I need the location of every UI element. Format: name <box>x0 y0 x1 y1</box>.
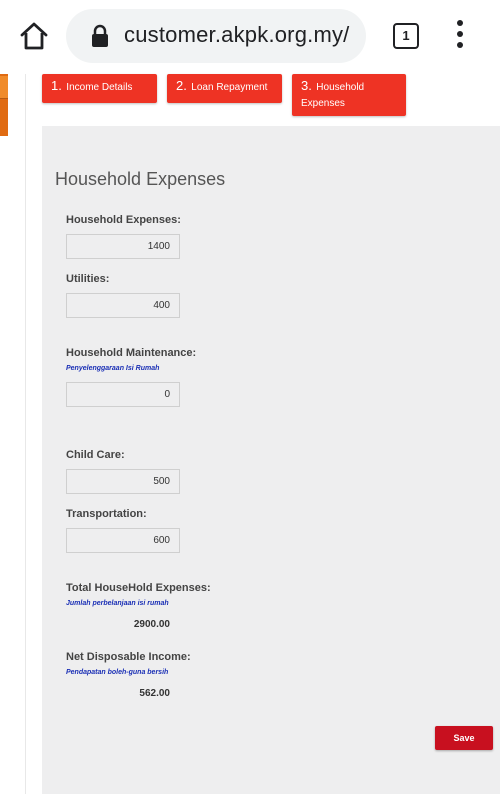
total-expenses-sublabel: Jumlah perbelanjaan isi rumah <box>66 600 169 607</box>
household-maintenance-label: Household Maintenance: <box>66 347 197 359</box>
home-icon[interactable] <box>18 20 50 52</box>
step-number: 3. <box>301 78 312 93</box>
page-content: 1. Income Details 2. Loan Repayment 3. H… <box>0 74 500 794</box>
child-care-input[interactable]: 500 <box>66 469 180 494</box>
transportation-input[interactable]: 600 <box>66 528 180 553</box>
step-number: 1. <box>51 78 62 93</box>
side-menu-handle-top <box>0 76 8 99</box>
net-income-sublabel: Pendapatan boleh-guna bersih <box>66 669 169 676</box>
utilities-label: Utilities: <box>66 273 110 285</box>
step-label: Household <box>316 82 365 93</box>
household-expenses-label: Household Expenses: <box>66 214 181 226</box>
total-expenses-value: 2900.00 <box>133 619 170 630</box>
divider <box>25 74 26 794</box>
step-income-details[interactable]: 1. Income Details <box>42 74 157 103</box>
household-maintenance-input[interactable]: 0 <box>66 382 180 407</box>
household-maintenance-sublabel: Penyelenggaraan Isi Rumah <box>66 365 160 372</box>
household-expenses-input[interactable]: 1400 <box>66 234 180 259</box>
step-household-expenses[interactable]: 3. Household Expenses <box>292 74 406 116</box>
transportation-label: Transportation: <box>66 508 147 520</box>
address-bar[interactable]: customer.akpk.org.my/ <box>66 9 366 63</box>
form-heading: Household Expenses <box>55 169 226 189</box>
net-income-value: 562.00 <box>139 688 170 699</box>
step-number: 2. <box>176 78 187 93</box>
utilities-input[interactable]: 400 <box>66 293 180 318</box>
net-income-label: Net Disposable Income: <box>66 651 191 663</box>
child-care-label: Child Care: <box>66 449 125 461</box>
step-loan-repayment[interactable]: 2. Loan Repayment <box>167 74 282 103</box>
overflow-menu-icon[interactable] <box>450 20 470 52</box>
step-label: Loan Repayment <box>191 82 268 93</box>
step-label-line2: Expenses <box>301 98 345 109</box>
lock-icon <box>90 24 110 48</box>
total-expenses-label: Total HouseHold Expenses: <box>66 582 211 594</box>
url-text: customer.akpk.org.my/ <box>124 22 350 47</box>
tab-switcher-icon[interactable]: 1 <box>393 23 419 49</box>
expenses-form-panel: Household Expenses Household Expenses: 1… <box>42 126 500 794</box>
step-label: Income Details <box>66 82 133 93</box>
save-button[interactable]: Save <box>435 726 493 750</box>
browser-toolbar: customer.akpk.org.my/ 1 <box>0 0 500 74</box>
